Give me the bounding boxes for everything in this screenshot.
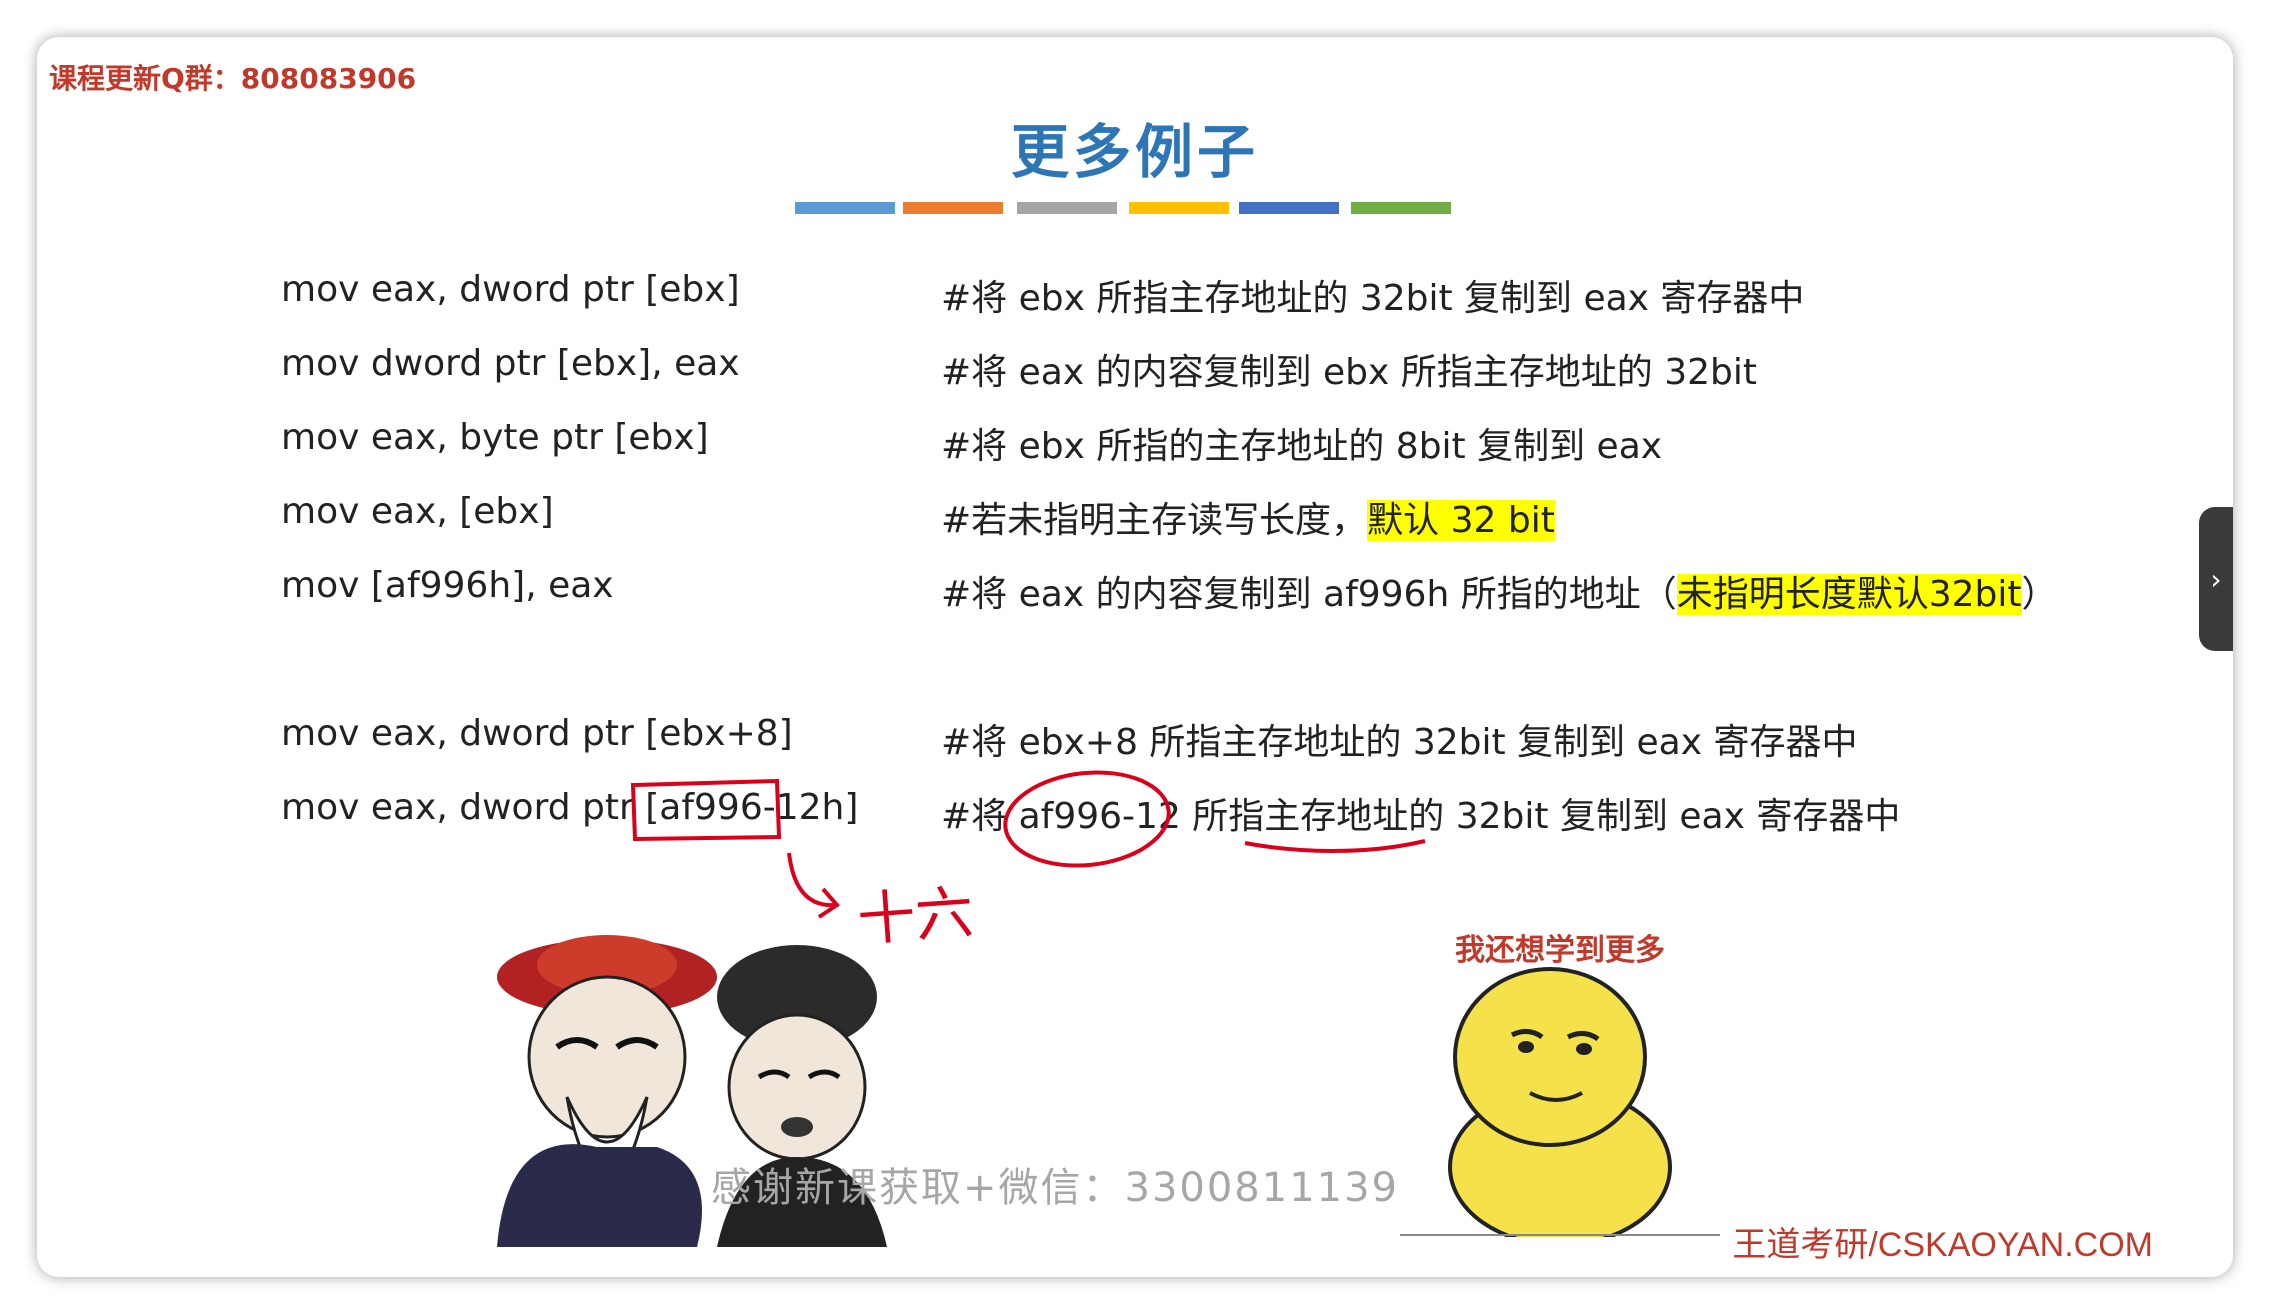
unspecified-length-highlight: 未指明长度默认32bit [1676,574,2022,615]
color-bar-segment-3 [1017,202,1117,214]
code-line-6: mov eax, dword ptr [ebx+8] [281,713,793,754]
qq-group-note: 课程更新Q群：808083906 [49,62,417,95]
main-memory-underline [1244,839,1426,853]
comment-line-4-text: #若未指明主存读写长度， [941,500,1368,541]
annotation-arrow [787,852,836,908]
comment-line-2: #将 eax 的内容复制到 ebx 所指主存地址的 32bit [941,352,1757,393]
comment-line-3: #将 ebx 所指的主存地址的 8bit 复制到 eax [941,426,1663,467]
comment-line-6: #将 ebx+8 所指主存地址的 32bit 复制到 eax 寄存器中 [941,722,1858,763]
next-slide-button[interactable]: › [2199,507,2233,651]
site-footer: 王道考研/CSKAOYAN.COM [1732,1226,2153,1264]
slide-frame: 课程更新Q群：808083906 更多例子 mov eax, dword ptr… [37,37,2233,1277]
color-bar-segment-5 [1239,202,1339,214]
color-bar-segment-2 [903,202,1003,214]
comment-line-5-close: ） [2021,574,2058,615]
code-line-3: mov eax, byte ptr [ebx] [281,417,709,458]
color-bar-segment-4 [1129,202,1229,214]
meme-caption: 我还想学到更多 [1455,933,1665,968]
code-line-1: mov eax, dword ptr [ebx] [281,269,740,310]
default-32bit-highlight: 默认 32 bit [1367,500,1555,541]
code-line-5: mov [af996h], eax [281,565,614,606]
comment-line-5: #将 eax 的内容复制到 af996h 所指的地址（未指明长度默认32bit） [941,565,2058,617]
color-bar-segment-6 [1351,202,1451,214]
code-line-4: mov eax, [ebx] [281,491,554,532]
slide-title: 更多例子 [1010,118,1259,186]
handwritten-annotations [630,770,1426,919]
watermark-overlay: 感谢新课获取+微信：3300811139 [711,1165,1400,1211]
color-bar-segment-1 [795,202,895,214]
annotation-arrowhead [817,887,841,919]
chevron-right-icon: › [2210,562,2222,596]
comment-line-4: #若未指明主存读写长度，默认 32 bit [941,491,1555,543]
comment-line-5-text: #将 eax 的内容复制到 af996h 所指的地址（ [941,574,1677,615]
comment-line-7: #将 af996-12 所指主存地址的 32bit 复制到 eax 寄存器中 [941,796,1901,837]
comment-line-1: #将 ebx 所指主存地址的 32bit 复制到 eax 寄存器中 [941,278,1805,319]
code-line-7: mov eax, dword ptr [af996-12h] [281,787,859,828]
code-line-2: mov dword ptr [ebx], eax [281,343,740,384]
